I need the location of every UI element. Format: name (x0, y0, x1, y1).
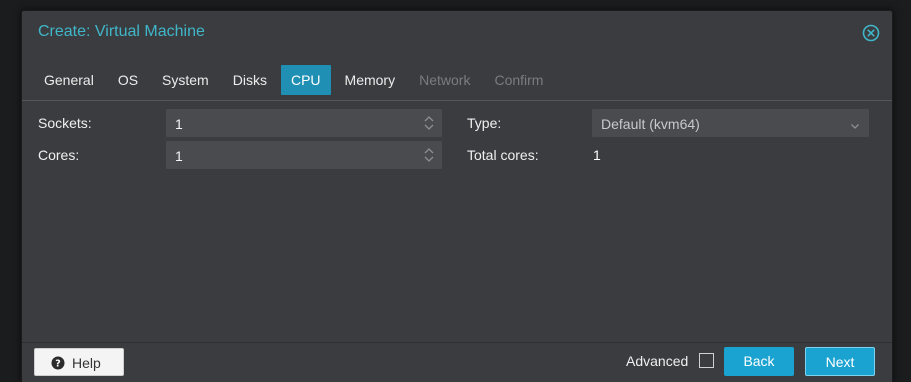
help-button[interactable]: ? Help (34, 348, 124, 376)
tab-general[interactable]: General (34, 65, 104, 95)
cores-label: Cores: (38, 147, 80, 163)
cores-input[interactable]: 1 (166, 141, 442, 169)
back-button[interactable]: Back (724, 347, 794, 376)
advanced-label: Advanced (626, 353, 689, 369)
sockets-label: Sockets: (38, 115, 92, 131)
dialog-title: Create: Virtual Machine (38, 23, 205, 40)
tab-cpu[interactable]: CPU (280, 65, 331, 95)
dialog-titlebar: Create: Virtual Machine (22, 11, 892, 55)
close-icon[interactable] (862, 24, 880, 42)
cpu-type-select[interactable]: Default (kvm64) (592, 109, 869, 137)
cpu-type-value: Default (kvm64) (601, 116, 700, 132)
chevron-down-icon[interactable] (850, 118, 860, 129)
sockets-value: 1 (175, 116, 183, 132)
svg-text:?: ? (55, 359, 61, 370)
tab-memory[interactable]: Memory (335, 65, 406, 95)
advanced-checkbox[interactable] (699, 353, 714, 368)
cpu-form: Sockets: 1 Cores: 1 Type: Default (kvm64… (22, 101, 892, 341)
help-label: Help (72, 355, 101, 371)
tab-confirm[interactable]: Confirm (484, 65, 553, 95)
wizard-tabs: General OS System Disks CPU Memory Netwo… (34, 65, 557, 97)
sockets-input[interactable]: 1 (166, 109, 442, 137)
type-label: Type: (467, 115, 502, 131)
total-cores-value: 1 (593, 147, 601, 163)
next-button[interactable]: Next (805, 347, 875, 376)
tab-network[interactable]: Network (409, 65, 480, 95)
cores-value: 1 (175, 148, 183, 164)
dialog-footer: ? Help Advanced Back Next (22, 342, 892, 382)
create-vm-dialog: Create: Virtual Machine General OS Syste… (21, 10, 893, 382)
up-down-chevron-icon[interactable] (423, 113, 435, 133)
question-circle-icon: ? (51, 356, 65, 370)
up-down-chevron-icon[interactable] (423, 145, 435, 165)
tab-disks[interactable]: Disks (223, 65, 277, 95)
tab-system[interactable]: System (152, 65, 219, 95)
total-cores-label: Total cores: (467, 147, 539, 163)
tab-os[interactable]: OS (108, 65, 148, 95)
